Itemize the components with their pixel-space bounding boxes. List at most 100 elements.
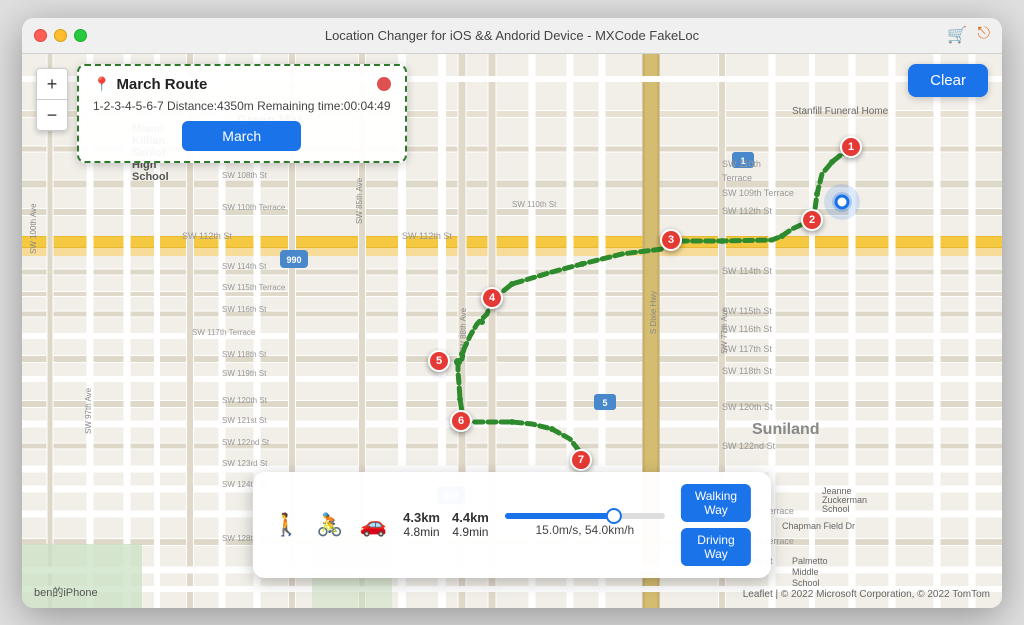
- svg-text:SW 112th St: SW 112th St: [722, 206, 772, 216]
- svg-text:SW 114th St: SW 114th St: [722, 266, 772, 276]
- svg-text:SW 123rd St: SW 123rd St: [222, 459, 268, 468]
- distance-2-time: 4.9min: [452, 525, 489, 539]
- route-marker-3: 3: [660, 229, 682, 251]
- svg-text:SW 108th St: SW 108th St: [222, 171, 268, 180]
- route-marker-5: 5: [428, 350, 450, 372]
- pin-icon: 📍: [93, 76, 110, 93]
- route-close-button[interactable]: [377, 77, 391, 91]
- zoom-out-button[interactable]: −: [37, 100, 67, 130]
- svg-text:SW 109th Terrace: SW 109th Terrace: [722, 188, 794, 198]
- route-marker-1: 1: [840, 136, 862, 158]
- distance-item-2: 4.4km 4.9min: [452, 510, 489, 539]
- svg-text:990: 990: [286, 255, 301, 265]
- clear-button[interactable]: Clear: [908, 64, 988, 97]
- svg-text:School: School: [132, 171, 169, 183]
- route-card-header: 📍 March Route: [93, 76, 391, 93]
- svg-text:SW 120th St: SW 120th St: [722, 402, 773, 412]
- svg-text:SW 121st St: SW 121st St: [222, 416, 267, 425]
- svg-text:Middle: Middle: [792, 567, 819, 577]
- window-title: Location Changer for iOS && Andorid Devi…: [325, 28, 699, 43]
- remaining-time: Remaining time:00:04:49: [257, 99, 390, 113]
- marker-circle-4: 4: [481, 287, 503, 309]
- distance-row: 4.3km 4.8min 4.4km 4.9min: [403, 510, 489, 539]
- svg-text:SW 115th Terrace: SW 115th Terrace: [222, 283, 286, 292]
- svg-text:Terrace: Terrace: [722, 173, 752, 183]
- maximize-button[interactable]: [74, 29, 87, 42]
- svg-text:SW 114th St: SW 114th St: [222, 262, 267, 271]
- speed-slider-area: 15.0m/s, 54.0km/h: [505, 513, 665, 537]
- zoom-in-button[interactable]: +: [37, 69, 67, 99]
- walking-transport-icon[interactable]: 🚶: [273, 512, 300, 538]
- marker-circle-2: 2: [801, 209, 823, 231]
- svg-text:SW 120th St: SW 120th St: [222, 396, 268, 405]
- walking-way-button[interactable]: WalkingWay: [681, 484, 751, 522]
- marker-circle-7: 7: [570, 449, 592, 471]
- marker-circle-6: 6: [450, 410, 472, 432]
- transport-icons: 🚶 🚴 🚗: [273, 512, 387, 538]
- svg-text:SW 122nd St: SW 122nd St: [222, 438, 270, 447]
- close-button[interactable]: [34, 29, 47, 42]
- zoom-controls: + −: [36, 68, 68, 131]
- route-card-title: 📍 March Route: [93, 76, 207, 93]
- svg-text:SW 118th St: SW 118th St: [222, 350, 267, 359]
- route-text: 1-2-3-4-5-6-7 Distance:4350m: [93, 99, 254, 113]
- svg-text:SW 112th St: SW 112th St: [182, 231, 232, 241]
- svg-text:SW 115th St: SW 115th St: [722, 306, 772, 316]
- distance-1-time: 4.8min: [403, 525, 440, 539]
- marker-circle-3: 3: [660, 229, 682, 251]
- svg-text:SW 118th St: SW 118th St: [722, 366, 772, 376]
- titlebar: Location Changer for iOS && Andorid Devi…: [22, 18, 1002, 54]
- distance-2-value: 4.4km: [452, 510, 489, 525]
- distance-info: 4.3km 4.8min 4.4km 4.9min: [403, 510, 489, 539]
- distance-item-1: 4.3km 4.8min: [403, 510, 440, 539]
- route-marker-2: 2: [801, 209, 823, 231]
- svg-text:SW 112th St: SW 112th St: [402, 231, 452, 241]
- route-marker-4: 4: [481, 287, 503, 309]
- route-info: 1-2-3-4-5-6-7 Distance:4350m Remaining t…: [93, 99, 391, 113]
- svg-text:Suniland: Suniland: [752, 421, 820, 438]
- route-title: March Route: [116, 76, 207, 93]
- action-buttons: WalkingWay DrivingWay: [681, 484, 751, 566]
- march-button[interactable]: March: [182, 121, 301, 151]
- marker-circle-5: 5: [428, 350, 450, 372]
- svg-text:SW 117th Terrace: SW 117th Terrace: [192, 328, 256, 337]
- app-window: Location Changer for iOS && Andorid Devi…: [22, 18, 1002, 608]
- svg-text:Palmetto: Palmetto: [792, 556, 828, 566]
- route-card: 📍 March Route 1-2-3-4-5-6-7 Distance:435…: [77, 64, 407, 163]
- svg-text:Chapman Field Dr: Chapman Field Dr: [782, 521, 855, 531]
- svg-text:School: School: [822, 504, 850, 514]
- svg-text:5: 5: [602, 398, 607, 408]
- svg-text:SW 110th: SW 110th: [722, 159, 761, 169]
- svg-text:SW 85th Ave: SW 85th Ave: [355, 177, 364, 224]
- svg-text:School: School: [792, 578, 820, 588]
- map-container[interactable]: 990 5 973 1 SW 100th Ave SW 97th Ave SW …: [22, 54, 1002, 608]
- share-icon[interactable]: ⎋: [977, 25, 990, 45]
- route-marker-6: 6: [450, 410, 472, 432]
- marker-circle-1: 1: [840, 136, 862, 158]
- titlebar-icons: 🛒 ⎋: [947, 25, 990, 45]
- route-marker-7: 7: [570, 449, 592, 471]
- distance-1-value: 4.3km: [403, 510, 440, 525]
- map-copyright: Leaflet | © 2022 Microsoft Corporation, …: [743, 589, 990, 600]
- cycling-transport-icon[interactable]: 🚴: [316, 512, 343, 538]
- device-label: ben的iPhone: [34, 584, 98, 600]
- svg-text:SW 122nd St: SW 122nd St: [722, 441, 776, 451]
- traffic-lights: [34, 29, 87, 42]
- svg-text:SW 100th Ave: SW 100th Ave: [29, 202, 38, 253]
- svg-text:SW 110th St: SW 110th St: [512, 200, 557, 209]
- speed-label: 15.0m/s, 54.0km/h: [505, 523, 665, 537]
- svg-text:SW 110th Terrace: SW 110th Terrace: [222, 203, 286, 212]
- svg-text:SW 117th St: SW 117th St: [722, 344, 772, 354]
- svg-text:S Dixie Hwy: S Dixie Hwy: [649, 290, 658, 333]
- svg-text:SW 116th St: SW 116th St: [222, 305, 267, 314]
- driving-transport-icon[interactable]: 🚗: [360, 512, 387, 538]
- svg-text:SW 97th Ave: SW 97th Ave: [84, 387, 93, 434]
- speed-slider[interactable]: [505, 513, 665, 519]
- driving-way-button[interactable]: DrivingWay: [681, 528, 751, 566]
- bottom-panel: 🚶 🚴 🚗 4.3km 4.8min 4.4km 4.9min: [253, 472, 771, 578]
- cart-icon[interactable]: 🛒: [947, 25, 967, 45]
- svg-text:SW 116th St: SW 116th St: [722, 324, 772, 334]
- svg-text:SW 119th St: SW 119th St: [222, 369, 267, 378]
- minimize-button[interactable]: [54, 29, 67, 42]
- svg-text:Stanfill Funeral Home: Stanfill Funeral Home: [792, 106, 889, 117]
